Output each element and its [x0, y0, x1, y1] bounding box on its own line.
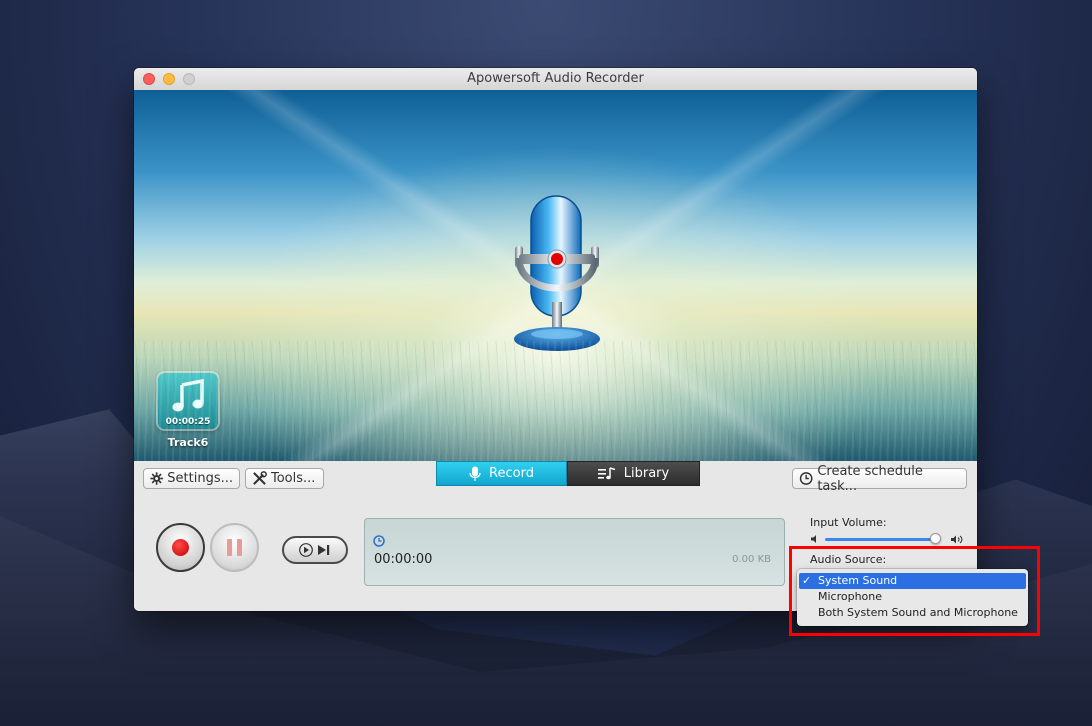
input-volume-label: Input Volume:	[810, 516, 887, 529]
volume-low-icon	[811, 535, 816, 543]
highlight-annotation	[789, 546, 1040, 636]
tools-label: Tools...	[271, 471, 316, 486]
settings-button[interactable]: Settings...	[143, 468, 240, 489]
playlist-icon	[597, 466, 615, 479]
music-note-icon	[172, 379, 204, 412]
tab-record-label: Record	[489, 466, 534, 481]
tab-library[interactable]: Library	[567, 461, 700, 486]
pause-icon-bar	[237, 539, 242, 556]
track-thumbnail[interactable]: 00:00:25	[158, 373, 218, 429]
track-duration: 00:00:25	[165, 417, 211, 427]
play-skip-button[interactable]	[282, 536, 348, 564]
file-size: 0.00 KB	[732, 554, 771, 565]
settings-label: Settings...	[167, 471, 233, 486]
skip-forward-icon	[318, 545, 330, 555]
pause-icon	[227, 539, 232, 556]
create-schedule-label: Create schedule task...	[817, 463, 923, 494]
create-schedule-button[interactable]: Create schedule task...	[792, 464, 967, 494]
app-window: Apowersoft Audio Recorder 00:00:25 Track…	[134, 68, 977, 611]
hero-banner: 00:00:25 Track6	[134, 90, 977, 461]
volume-high-icon	[951, 535, 963, 544]
elapsed-time: 00:00:00	[374, 552, 433, 567]
clock-icon	[799, 472, 813, 485]
play-icon	[299, 543, 313, 557]
gear-icon	[150, 472, 163, 485]
record-dot-icon	[172, 539, 189, 556]
tab-record[interactable]: Record	[436, 461, 567, 486]
title-bar[interactable]: Apowersoft Audio Recorder	[134, 68, 977, 91]
track-name: Track6	[167, 436, 209, 449]
tab-library-label: Library	[623, 466, 670, 481]
input-volume-slider[interactable]	[825, 538, 941, 541]
record-button[interactable]	[156, 523, 205, 572]
microphone-tab-icon	[469, 466, 481, 481]
input-volume-knob[interactable]	[929, 533, 941, 544]
pause-button[interactable]	[210, 523, 259, 572]
recording-status-panel: 00:00:00 0.00 KB	[364, 518, 785, 586]
timer-icon	[373, 535, 385, 547]
tools-button[interactable]: Tools...	[245, 468, 324, 489]
window-title: Apowersoft Audio Recorder	[467, 71, 644, 86]
tools-icon	[253, 471, 267, 485]
toolbar: Settings... Tools... Record Library Crea…	[134, 461, 977, 494]
microphone-icon	[514, 195, 600, 351]
